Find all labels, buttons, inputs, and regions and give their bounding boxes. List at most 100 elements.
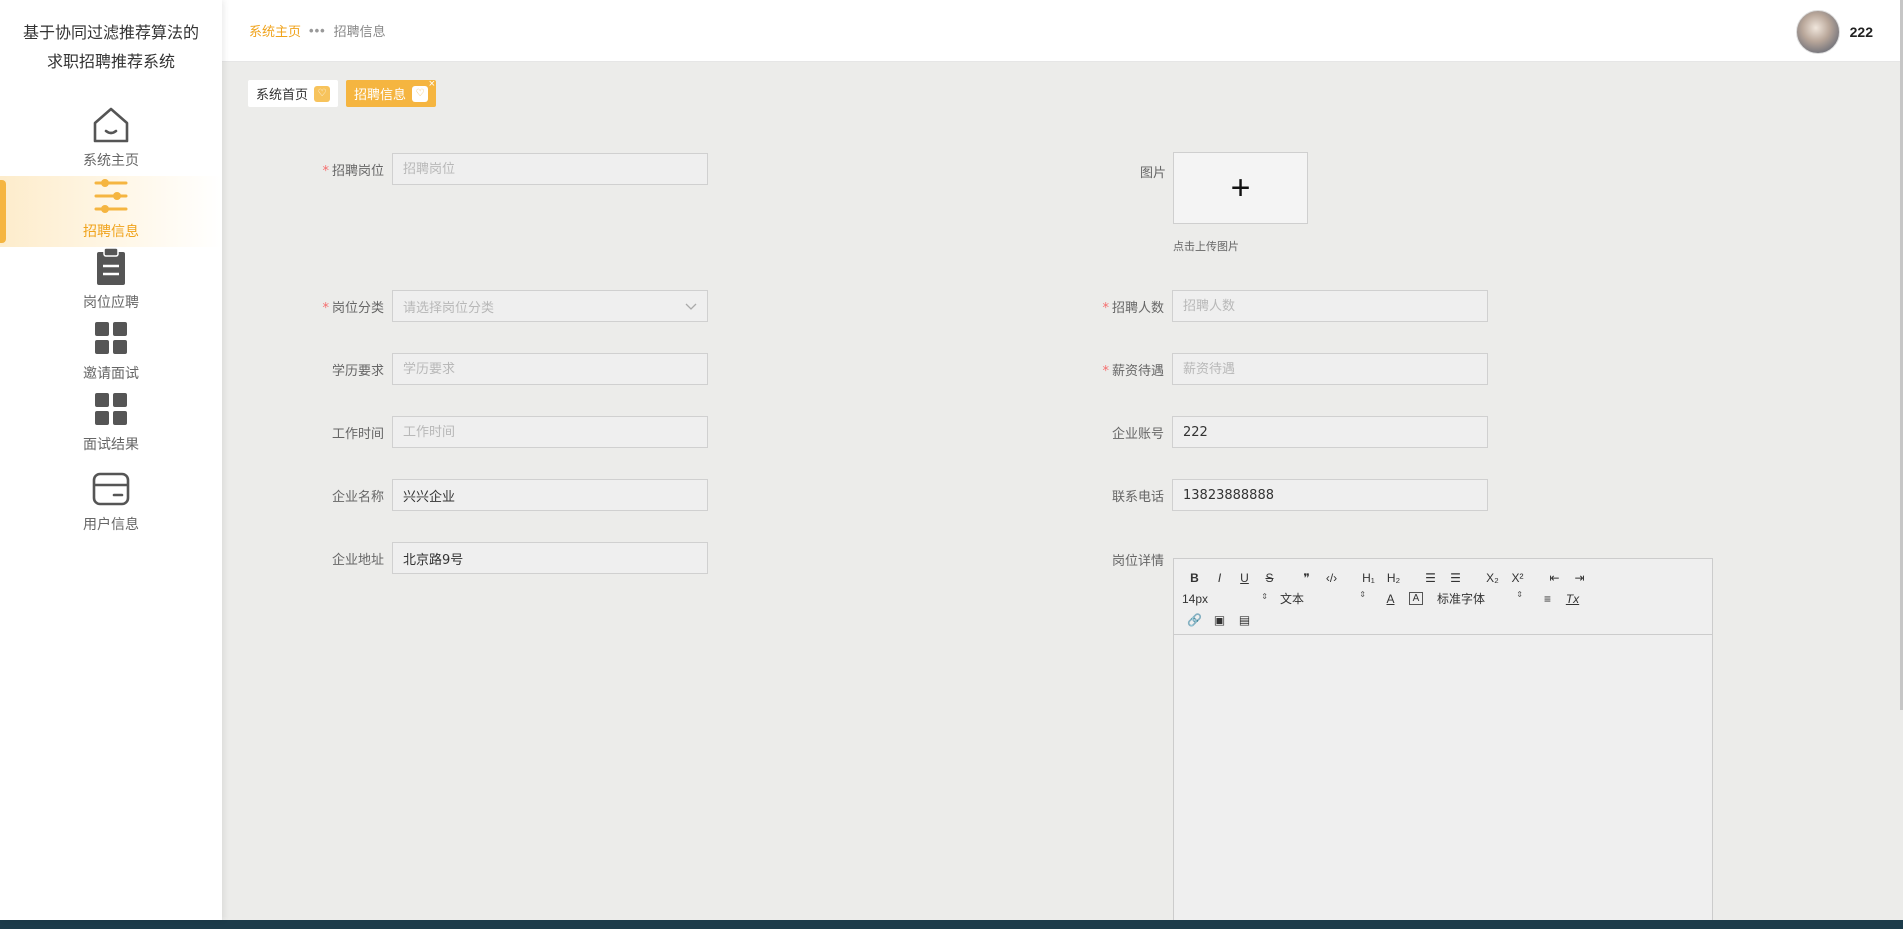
chevron-down-icon (685, 299, 697, 314)
sidebar-item-home[interactable]: 系统主页 (0, 105, 222, 176)
breadcrumb-separator: ••• (309, 23, 326, 38)
phone-input[interactable] (1172, 479, 1488, 511)
sidebar-item-label: 邀请面试 (83, 366, 139, 382)
sidebar-item-interview-result[interactable]: 面试结果 (0, 389, 222, 460)
company-name-label: 企业名称 (331, 489, 384, 505)
breadcrumb-home[interactable]: 系统主页 (249, 21, 301, 40)
username[interactable]: 222 (1850, 24, 1873, 40)
field-position: * 招聘岗位 (302, 153, 708, 185)
required-mark: * (1102, 300, 1109, 316)
tab-recruitment-info[interactable]: 招聘信息 ♡ × (346, 78, 437, 107)
tab-system-home[interactable]: 系统首页 ♡ (248, 80, 339, 107)
font-size-select[interactable]: 14px ⇕ (1182, 592, 1268, 606)
sidebar-item-user-info[interactable]: 用户信息 (0, 460, 222, 540)
font-color-button[interactable]: A (1378, 592, 1403, 606)
field-details-label: 岗位详情 (1082, 550, 1172, 569)
work-time-label: 工作时间 (331, 426, 384, 442)
field-company-account: 企业账号 (1082, 416, 1488, 448)
grid-icon (90, 388, 132, 430)
position-input[interactable] (392, 153, 708, 185)
font-size-value: 14px (1182, 591, 1209, 606)
updown-icon: ⇕ (1516, 590, 1523, 599)
required-mark: * (1102, 363, 1109, 379)
close-icon[interactable]: × (429, 78, 435, 90)
outdent-button[interactable]: ⇤ (1542, 571, 1567, 585)
education-label: 学历要求 (331, 363, 384, 379)
top-header: 系统主页 ••• 招聘信息 222 (222, 0, 1903, 62)
strike-button[interactable]: S (1257, 571, 1282, 585)
bullet-list-button[interactable]: ☰ (1443, 571, 1468, 585)
grid-icon (90, 317, 132, 359)
category-label: * 岗位分类 (302, 297, 392, 316)
code-button[interactable]: ‹/› (1319, 571, 1344, 585)
clipboard-icon (90, 246, 132, 288)
field-company-address: 企业地址 (302, 542, 708, 574)
heart-icon: ♡ (412, 85, 429, 102)
italic-button[interactable]: I (1207, 571, 1232, 585)
company-account-label: 企业账号 (1111, 426, 1164, 442)
subscript-button[interactable]: X₂ (1480, 571, 1505, 585)
sliders-icon (90, 175, 132, 217)
required-mark: * (322, 300, 329, 316)
image-upload-button[interactable]: + (1173, 152, 1308, 224)
indent-button[interactable]: ⇥ (1567, 571, 1592, 585)
underline-button[interactable]: U (1232, 571, 1257, 585)
headcount-label-text: 招聘人数 (1111, 300, 1164, 316)
image-icon[interactable]: ▣ (1207, 613, 1232, 627)
field-work-time: 工作时间 (302, 416, 708, 448)
heading-value: 文本 (1280, 592, 1305, 606)
company-name-input[interactable] (392, 479, 708, 511)
h1-button[interactable]: H₁ (1356, 571, 1381, 585)
sidebar-item-label: 系统主页 (83, 153, 139, 169)
details-label: 岗位详情 (1111, 554, 1164, 569)
system-title-line2: 求职招聘推荐系统 (46, 52, 175, 71)
link-icon[interactable]: 🔗 (1182, 613, 1207, 627)
h2-button[interactable]: H₂ (1381, 571, 1406, 585)
font-family-value: 标准字体 (1437, 592, 1486, 606)
sidebar-menu: 系统主页 招聘信息 岗位应聘 邀请面试 面试结果 用户信息 (0, 105, 222, 540)
clear-format-button[interactable]: Tx (1560, 592, 1585, 606)
align-button[interactable]: ≡ (1535, 592, 1560, 606)
heading-select[interactable]: 文本 ⇕ (1280, 590, 1366, 607)
upload-hint: 点击上传图片 (1173, 241, 1239, 253)
breadcrumb-current: 招聘信息 (333, 24, 386, 39)
bold-button[interactable]: B (1182, 571, 1207, 585)
tab-bar: 系统首页 ♡ 招聘信息 ♡ × (248, 78, 437, 107)
sidebar-item-recruitment[interactable]: 招聘信息 (0, 176, 222, 247)
sidebar-item-label: 岗位应聘 (83, 295, 139, 311)
headcount-input[interactable] (1172, 290, 1488, 322)
required-mark: * (322, 163, 329, 179)
category-select[interactable]: 请选择岗位分类 (392, 290, 708, 322)
editor-content-area[interactable] (1174, 635, 1712, 929)
font-family-select[interactable]: 标准字体 ⇕ (1437, 590, 1523, 607)
ordered-list-button[interactable]: ☰ (1418, 571, 1443, 585)
sidebar-item-interview-invite[interactable]: 邀请面试 (0, 318, 222, 389)
field-education: 学历要求 (302, 353, 708, 385)
image-label: 图片 (1139, 165, 1166, 180)
updown-icon: ⇕ (1359, 590, 1366, 599)
user-menu[interactable]: 222 (1795, 10, 1873, 54)
field-phone: 联系电话 (1082, 479, 1488, 511)
education-input[interactable] (392, 353, 708, 385)
work-time-input[interactable] (392, 416, 708, 448)
company-account-input[interactable] (1172, 416, 1488, 448)
salary-input[interactable] (1172, 353, 1488, 385)
avatar[interactable] (1795, 10, 1840, 54)
position-label-text: 招聘岗位 (331, 163, 384, 179)
video-icon[interactable]: ▤ (1232, 613, 1257, 627)
breadcrumb: 系统主页 ••• 招聘信息 (249, 21, 386, 40)
salary-label: * 薪资待遇 (1082, 360, 1172, 379)
company-address-input[interactable] (392, 542, 708, 574)
sidebar-item-label: 面试结果 (83, 437, 139, 453)
quote-button[interactable]: ❞ (1294, 571, 1319, 585)
sidebar-item-label: 用户信息 (83, 517, 139, 533)
sidebar-item-applications[interactable]: 岗位应聘 (0, 247, 222, 318)
category-label-text: 岗位分类 (331, 300, 384, 316)
sidebar: 基于协同过滤推荐算法的 求职招聘推荐系统 系统主页 招聘信息 岗位应聘 邀请面试… (0, 0, 222, 920)
field-headcount: * 招聘人数 (1082, 290, 1488, 322)
superscript-button[interactable]: X² (1505, 571, 1530, 585)
company-address-label: 企业地址 (331, 552, 384, 568)
system-title: 基于协同过滤推荐算法的 求职招聘推荐系统 (0, 0, 222, 76)
headcount-label: * 招聘人数 (1082, 297, 1172, 316)
background-color-button[interactable]: A (1409, 592, 1423, 605)
